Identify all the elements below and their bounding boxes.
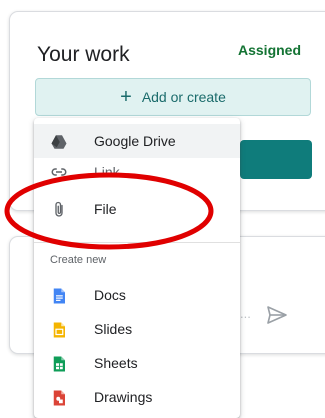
- add-or-create-menu: Google Drive Link File Create new Docs S…: [34, 118, 240, 418]
- menu-item-file[interactable]: File: [34, 192, 240, 226]
- add-or-create-label: Add or create: [141, 89, 226, 105]
- menu-item-label: Slides: [94, 321, 133, 337]
- menu-item-slides[interactable]: Slides: [34, 312, 240, 346]
- menu-item-label: Google Drive: [94, 133, 176, 149]
- google-drive-icon: [51, 135, 67, 149]
- menu-item-label: Sheets: [94, 355, 138, 371]
- menu-item-link[interactable]: Link: [34, 158, 240, 186]
- create-new-label: Create new: [50, 254, 107, 266]
- mark-as-done-button[interactable]: [240, 140, 312, 179]
- plus-icon: +: [120, 86, 132, 108]
- google-drawings-icon: [53, 390, 65, 406]
- google-slides-icon: [53, 322, 65, 338]
- status-badge: Assigned: [238, 42, 302, 58]
- menu-divider: [34, 242, 240, 243]
- paperclip-icon: [55, 201, 63, 217]
- card-title: Your work: [37, 43, 130, 66]
- add-or-create-button[interactable]: + Add or create: [35, 78, 311, 116]
- menu-item-drawings[interactable]: Drawings: [34, 380, 240, 414]
- google-sheets-icon: [53, 356, 65, 372]
- send-icon[interactable]: [265, 303, 289, 327]
- google-docs-icon: [53, 288, 65, 304]
- link-icon: [51, 168, 67, 176]
- menu-item-google-drive[interactable]: Google Drive: [34, 124, 240, 158]
- menu-item-label: Docs: [94, 287, 126, 303]
- menu-item-docs[interactable]: Docs: [34, 278, 240, 312]
- menu-item-sheets[interactable]: Sheets: [34, 346, 240, 380]
- menu-item-label: Drawings: [94, 389, 153, 405]
- menu-item-label: Link: [94, 164, 120, 180]
- menu-item-label: File: [94, 201, 117, 217]
